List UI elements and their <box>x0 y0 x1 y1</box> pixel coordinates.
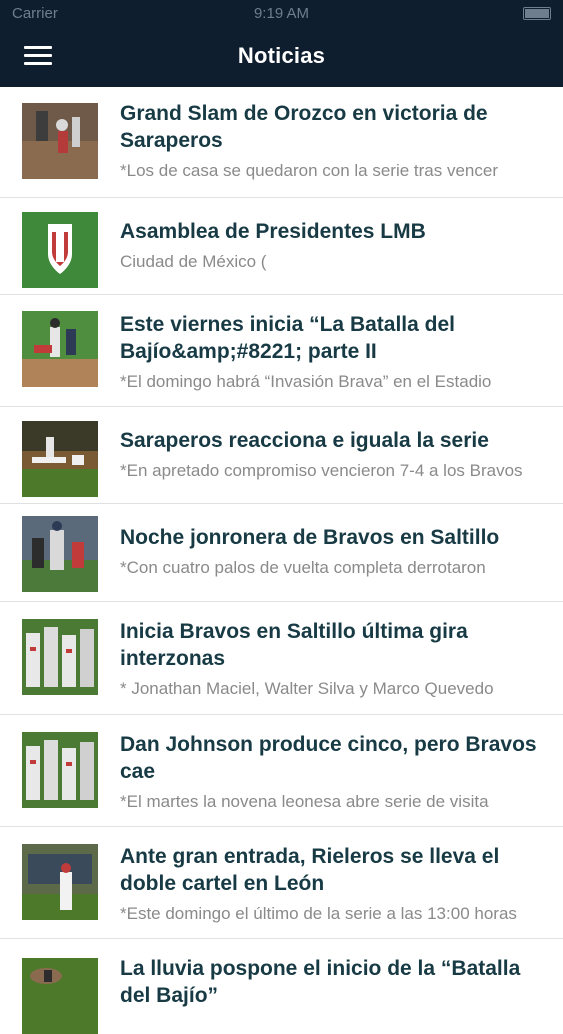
status-time: 9:19 AM <box>253 5 310 22</box>
news-thumbnail <box>22 844 98 920</box>
battery-icon <box>523 7 551 20</box>
news-summary: * Jonathan Maciel, Walter Silva y Marco … <box>120 679 494 698</box>
news-headline: Ante gran entrada, Rieleros se lleva el … <box>120 845 500 895</box>
news-summary: *Con cuatro palos de vuelta completa der… <box>120 558 486 577</box>
page-title: Noticias <box>237 43 326 68</box>
status-bar: Carrier 9:19 AM <box>0 0 563 30</box>
news-headline: Inicia Bravos en Saltillo última gira in… <box>120 620 468 670</box>
navigation-bar: Carrier 9:19 AM Noticias <box>0 0 563 87</box>
news-headline: Dan Johnson produce cinco, pero Bravos c… <box>120 733 537 783</box>
news-summary: *En apretado compromiso vencieron 7-4 a … <box>120 461 523 480</box>
news-summary: *Los de casa se quedaron con la serie tr… <box>120 161 499 180</box>
news-list: Grand Slam de Orozco en victoria de Sara… <box>0 87 563 1034</box>
news-item[interactable]: Noche jonronera de Bravos en Saltillo *C… <box>0 504 563 602</box>
news-thumbnail <box>22 103 98 179</box>
news-thumbnail <box>22 516 98 592</box>
news-item[interactable]: Ante gran entrada, Rieleros se lleva el … <box>0 827 563 939</box>
news-summary: *El domingo habrá “Invasión Brava” en el… <box>120 372 492 391</box>
news-headline: Saraperos reacciona e iguala la serie <box>120 429 489 452</box>
news-thumbnail <box>22 958 98 1034</box>
news-item[interactable]: La lluvia pospone el inicio de la “Batal… <box>0 939 563 1034</box>
news-headline: Grand Slam de Orozco en victoria de Sara… <box>120 102 488 152</box>
news-item[interactable]: Grand Slam de Orozco en victoria de Sara… <box>0 87 563 198</box>
news-item[interactable]: Dan Johnson produce cinco, pero Bravos c… <box>0 715 563 827</box>
news-item[interactable]: Inicia Bravos en Saltillo última gira in… <box>0 602 563 715</box>
news-summary: *Este domingo el último de la serie a la… <box>120 904 517 923</box>
news-thumbnail <box>22 421 98 497</box>
news-thumbnail <box>22 212 98 288</box>
news-thumbnail <box>22 732 98 808</box>
news-summary: Ciudad de México ( <box>120 252 267 271</box>
news-item[interactable]: Este viernes inicia “La Batalla del Bají… <box>0 295 563 407</box>
news-thumbnail <box>22 619 98 695</box>
news-headline: Noche jonronera de Bravos en Saltillo <box>120 526 500 549</box>
news-thumbnail <box>22 311 98 387</box>
news-headline: Este viernes inicia “La Batalla del Bají… <box>120 313 455 363</box>
news-summary: *El martes la novena leonesa abre serie … <box>120 792 489 811</box>
news-item[interactable]: Saraperos reacciona e iguala la serie *E… <box>0 407 563 504</box>
news-item[interactable]: Asamblea de Presidentes LMB Ciudad de Mé… <box>0 198 563 295</box>
news-headline: La lluvia pospone el inicio de la “Batal… <box>120 957 521 1007</box>
news-headline: Asamblea de Presidentes LMB <box>120 220 426 243</box>
